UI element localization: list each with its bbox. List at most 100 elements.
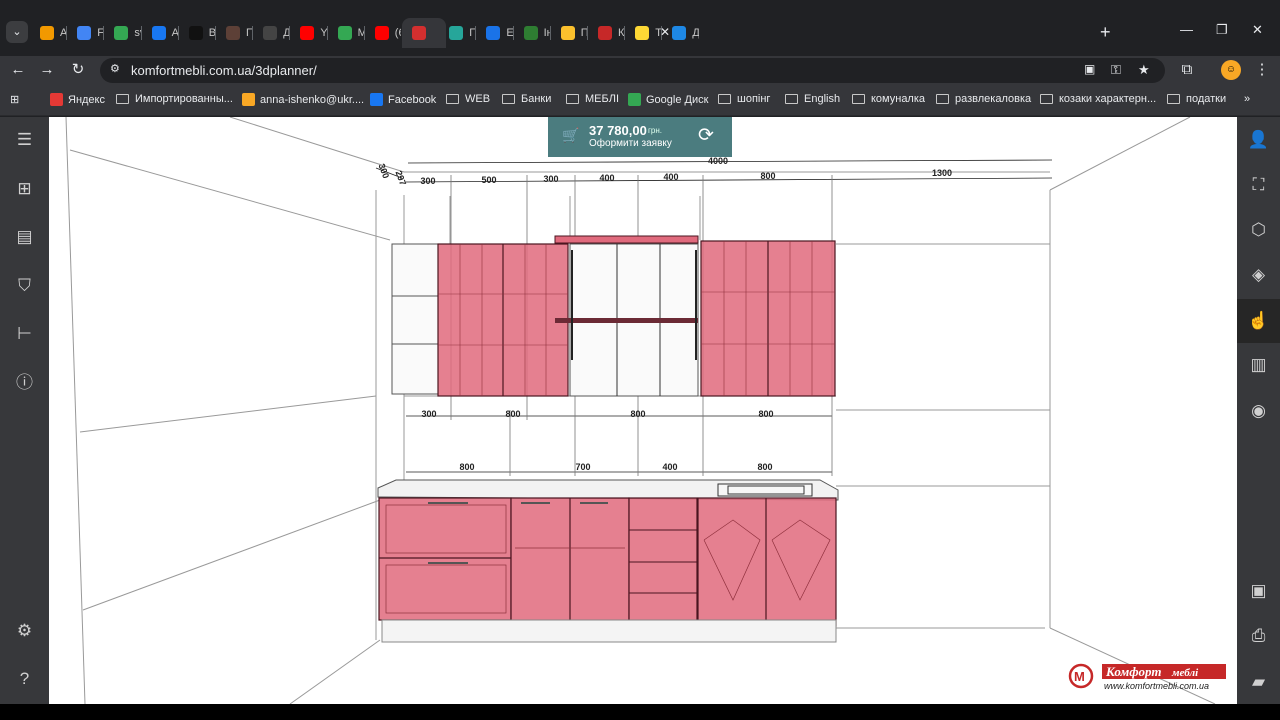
minimize-button[interactable]: —	[1180, 22, 1193, 37]
settings-gear-icon[interactable]: ⚙	[0, 617, 49, 645]
folder-icon	[502, 94, 515, 104]
bookmark-label: Импортированны...	[135, 93, 233, 105]
eye-view-icon[interactable]: ◉	[1237, 397, 1280, 425]
facebook-icon	[151, 26, 166, 40]
camera-blocked-icon[interactable]: ▣	[1084, 62, 1095, 76]
bookmark-item[interactable]: козаки характерн...	[1040, 93, 1156, 105]
site-info-icon[interactable]: ⚙	[110, 62, 120, 75]
menu-dots-icon[interactable]: ⋮	[1252, 60, 1272, 80]
dimension-side-label: 300	[377, 162, 392, 180]
browser-tab[interactable]: Елек	[476, 18, 513, 48]
cabinet-catalog-icon[interactable]: ▤	[0, 223, 49, 251]
address-bar[interactable]: ⚙ komfortmebli.com.ua/3dplanner/ ▣ ⚿ ★	[100, 58, 1165, 83]
file-icon	[77, 26, 92, 40]
cart-price: 37 780,00	[589, 123, 647, 138]
youtube-icon	[374, 26, 389, 40]
browser-tab[interactable]: Мій	[328, 18, 364, 48]
bookmark-label: Банки	[521, 93, 552, 105]
browser-tab[interactable]: Дос	[253, 18, 289, 48]
browser-tab[interactable]: Авт	[30, 18, 66, 48]
structure-tree-icon[interactable]: ⊢	[0, 320, 49, 348]
new-tab-button[interactable]: +	[1100, 22, 1111, 43]
browser-tab[interactable]: Пен	[216, 18, 252, 48]
folder-icon	[566, 94, 579, 104]
forward-button[interactable]: →	[37, 60, 57, 80]
kitchen-scene[interactable]: 4000300 500 300 400 400 800 1300300 297300 800 80…	[49, 117, 1237, 704]
wardrobe-icon[interactable]: ▥	[1237, 351, 1280, 379]
folder-icon	[785, 94, 798, 104]
help-icon[interactable]: ?	[0, 665, 49, 693]
profile-avatar[interactable]: ☺	[1221, 60, 1241, 80]
tab-search-button[interactable]: ⌄	[6, 21, 28, 43]
bookmark-item[interactable]: МЕБЛІ	[566, 93, 619, 105]
grid-icon	[114, 26, 129, 40]
dimension-top-label: 300	[420, 176, 435, 186]
password-key-icon[interactable]: ⚿	[1111, 62, 1121, 78]
refresh-icon[interactable]: ⟳	[698, 124, 714, 147]
bookmark-item[interactable]: шопінг	[718, 93, 770, 105]
browser-tab[interactable]: Інте	[514, 18, 550, 48]
bookmark-item[interactable]: Facebook	[370, 93, 436, 106]
browser-tab[interactable]: Клас	[588, 18, 624, 48]
open-folder-icon[interactable]: ▰	[1237, 668, 1280, 696]
bookmark-item[interactable]: Банки	[502, 93, 551, 105]
interior-items-icon[interactable]: ⛉	[0, 272, 49, 300]
save-disk-icon[interactable]: ▣	[1237, 577, 1280, 605]
countertop	[377, 479, 839, 501]
bookmark-label: English	[804, 93, 841, 105]
bookmark-item[interactable]: комуналка	[852, 93, 925, 105]
cart-icon[interactable]: 🛒	[562, 127, 579, 144]
bookmark-item[interactable]: Google Диск	[628, 93, 708, 106]
browser-tab[interactable]: FILE	[67, 18, 103, 48]
bookmark-item[interactable]: English	[785, 93, 840, 105]
base-cabinets	[378, 497, 837, 643]
3d-planner-canvas[interactable]: 4000 300 500 300 400 400 800 1300 300 297 300 800 80…	[49, 117, 1237, 704]
user-edit-icon[interactable]: 👤	[1237, 126, 1280, 154]
bookmark-star-icon[interactable]: ★	[1138, 62, 1150, 78]
browser-tab[interactable]: svit-	[104, 18, 141, 48]
close-window-button[interactable]: ✕	[1252, 22, 1263, 38]
browser-tab[interactable]: ПП	[551, 18, 587, 48]
brown-icon	[226, 26, 240, 40]
fullscreen-icon[interactable]: ⛶	[1237, 171, 1280, 199]
close-tab-icon[interactable]: ✕	[660, 25, 670, 39]
more-bookmarks-icon[interactable]: »	[1244, 93, 1250, 105]
cart-panel[interactable]: 🛒 37 780,00 грн. Оформити заявку ⟳	[548, 117, 732, 157]
tar-icon	[635, 26, 650, 40]
dimension-upper-label: 800	[630, 409, 645, 419]
apps-grid-icon[interactable]: ⊞	[10, 93, 19, 106]
bookmark-item[interactable]: Яндекс	[50, 93, 105, 106]
dimension-lower-label: 800	[757, 462, 772, 472]
reload-button[interactable]: ↻	[68, 60, 88, 80]
bookmarks-bar: ⊞ Яндекс Импортированны... anna-ishenko@uk…	[0, 84, 1280, 116]
order-request-link[interactable]: Оформити заявку	[589, 138, 672, 149]
3d-view-cube-icon[interactable]: ⬡	[1237, 216, 1280, 244]
folder-icon	[936, 94, 949, 104]
bookmark-item[interactable]: податки	[1167, 93, 1226, 105]
touch-select-icon[interactable]: ☝	[1237, 299, 1280, 343]
back-button[interactable]: ←	[8, 60, 28, 80]
tab-label: (660	[394, 27, 401, 39]
extensions-icon[interactable]: ⧉	[1177, 60, 1197, 80]
bookmark-item[interactable]: развлекаловка	[936, 93, 1031, 105]
browser-tab[interactable]: Ane	[142, 18, 178, 48]
bookmark-label: комуналка	[871, 93, 926, 105]
browser-tab[interactable]: (660	[365, 18, 401, 48]
folder-icon	[852, 94, 865, 104]
browser-tab[interactable]: YouT	[290, 18, 327, 48]
browser-tab[interactable]: Про	[439, 18, 475, 48]
bookmark-item[interactable]: WEB	[446, 93, 490, 105]
browser-tab[interactable]: Війс	[179, 18, 215, 48]
print-icon[interactable]: ⎙	[1237, 622, 1280, 650]
bookmark-item[interactable]: anna-ishenko@ukr....	[242, 93, 364, 106]
info-icon[interactable]: ⓘ	[0, 369, 49, 397]
browser-toolbar: ← → ↻ ⚙ komfortmebli.com.ua/3dplanner/ ▣…	[0, 56, 1280, 84]
layers-icon[interactable]: ◈	[1237, 261, 1280, 289]
bookmark-item[interactable]: Импортированны...	[116, 93, 233, 105]
restore-button[interactable]: ❐	[1216, 22, 1228, 38]
browser-tab[interactable]: Тар	[625, 18, 661, 48]
menu-hamburger-icon[interactable]: ☰	[0, 126, 49, 154]
svg-text:M: M	[1074, 669, 1085, 684]
room-layout-icon[interactable]: ⊞	[0, 175, 49, 203]
dimension-top-label: 1300	[932, 168, 952, 178]
